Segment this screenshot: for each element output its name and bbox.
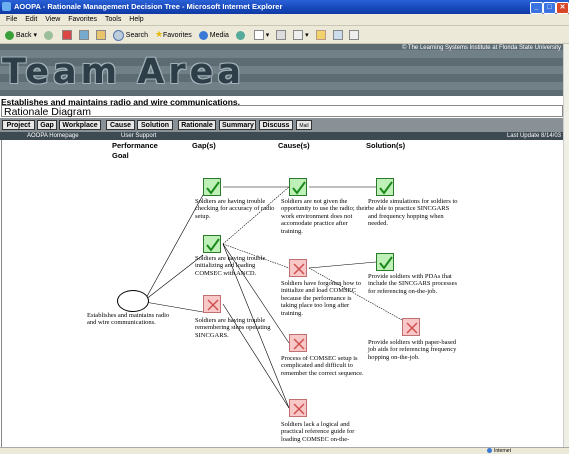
research-icon <box>349 30 360 41</box>
nav-summary-button[interactable]: Summary <box>219 120 256 130</box>
home-button[interactable] <box>95 27 106 43</box>
media-button[interactable]: Media <box>198 27 229 43</box>
ie-icon <box>2 2 11 11</box>
cause-4-x-box[interactable] <box>289 399 307 417</box>
solution-2-check-box[interactable] <box>376 253 394 271</box>
nav-cause-button[interactable]: Cause <box>106 120 135 130</box>
menu-bar: File Edit View Favorites Tools Help <box>0 14 569 26</box>
favorites-button[interactable]: ★Favorites <box>154 26 192 43</box>
cause-4-text: Soldiers lack a logical and practical re… <box>281 421 355 443</box>
solution-1-check-box[interactable] <box>376 178 394 196</box>
cause-2-x-box[interactable] <box>289 259 307 277</box>
research-button[interactable] <box>349 27 360 43</box>
team-area-title: Team Area <box>2 52 245 92</box>
nav-rationale-button[interactable]: Rationale <box>178 120 216 130</box>
back-button[interactable]: Back ▾ <box>5 27 37 43</box>
messenger-icon <box>332 30 343 41</box>
edit-button[interactable]: ▾ <box>293 27 309 43</box>
globe-icon <box>487 448 492 453</box>
last-update-text: Last Update 8/14/03 <box>506 133 561 139</box>
star-icon: ★ <box>154 29 164 39</box>
solution-3-x-box[interactable] <box>402 318 420 336</box>
menu-favorites[interactable]: Favorites <box>68 14 97 25</box>
home-icon <box>95 30 106 41</box>
back-arrow-icon <box>5 30 14 40</box>
homepage-link[interactable]: AOOPA Homepage <box>27 132 79 140</box>
title-bar: AOOPA - Rationale Management Decision Tr… <box>0 0 569 14</box>
close-button[interactable]: ✕ <box>556 2 569 14</box>
cause-1-text: Soldiers are not given the opportunity t… <box>281 198 369 235</box>
nav-bar: Project Gap Workplace Cause Solution Rat… <box>0 118 563 132</box>
gap-3-text: Soldiers are having trouble remembering … <box>195 317 271 339</box>
gap-2-check-box[interactable] <box>203 235 221 253</box>
discuss-toolbar-button[interactable] <box>315 27 326 43</box>
history-icon <box>235 30 245 40</box>
messenger-button[interactable] <box>332 27 343 43</box>
refresh-button[interactable] <box>78 27 89 43</box>
window-title: AOOPA - Rationale Management Decision Tr… <box>14 2 283 11</box>
maximize-button[interactable]: □ <box>543 2 556 14</box>
media-icon <box>198 30 208 40</box>
forward-arrow-icon <box>43 30 53 40</box>
team-area-banner: © The Learning Systems Institute at Flor… <box>0 44 563 96</box>
stop-button[interactable] <box>61 27 72 43</box>
nav-discuss-button[interactable]: Discuss <box>259 120 293 130</box>
nav-gap-button[interactable]: Gap <box>37 120 57 130</box>
search-button[interactable]: Search <box>112 27 148 43</box>
search-icon <box>112 29 124 41</box>
stop-icon <box>61 30 72 41</box>
user-support-link[interactable]: User Support <box>121 132 156 140</box>
gap-1-text: Soldiers are having trouble checking for… <box>195 198 275 220</box>
zone-text: Internet <box>494 448 511 454</box>
goal-text: Establishes and maintains radio and wire… <box>87 312 170 327</box>
rationale-diagram: Performance Goal Gap(s) Cause(s) Solutio… <box>1 140 564 448</box>
nav-project-button[interactable]: Project <box>2 120 35 130</box>
solution-1-text: Provide simulations for soldiers to be a… <box>368 198 458 228</box>
solution-3-text: Provide soldiers with paper-based job ai… <box>368 339 457 361</box>
nav-mail-button[interactable]: Mail <box>296 120 312 130</box>
menu-file[interactable]: File <box>6 14 17 25</box>
nav-solution-button[interactable]: Solution <box>137 120 173 130</box>
gap-2-text: Soldiers are having trouble initializing… <box>195 255 266 277</box>
cause-1-check-box[interactable] <box>289 178 307 196</box>
diagram-title: Rationale Diagram <box>1 105 563 118</box>
refresh-icon <box>78 30 89 41</box>
nav-workplace-button[interactable]: Workplace <box>59 120 101 130</box>
mail-button[interactable]: ▾ <box>253 27 269 43</box>
connector-line <box>144 301 204 313</box>
folder-icon <box>315 30 326 41</box>
link-bar: AOOPA Homepage User Support Last Update … <box>0 132 563 140</box>
cause-2-text: Soldiers have forgotten how to initializ… <box>281 280 362 317</box>
cause-3-x-box[interactable] <box>289 334 307 352</box>
copyright-text: © The Learning Systems Institute at Flor… <box>401 45 561 51</box>
edit-icon <box>293 30 304 41</box>
goal-node[interactable] <box>117 290 149 312</box>
menu-tools[interactable]: Tools <box>105 14 121 25</box>
browser-toolbar: Back ▾ Search ★Favorites Media ▾ ▾ <box>0 26 569 44</box>
print-icon <box>276 30 287 41</box>
print-button[interactable] <box>276 27 287 43</box>
menu-view[interactable]: View <box>45 14 60 25</box>
connector-line <box>308 261 377 269</box>
menu-help[interactable]: Help <box>129 14 143 25</box>
solution-2-text: Provide soldiers with PDAs that include … <box>368 273 458 295</box>
cause-3-text: Process of COMSEC setup is complicated a… <box>281 355 364 377</box>
gap-3-x-box[interactable] <box>203 295 221 313</box>
forward-button[interactable] <box>43 27 55 43</box>
minimize-button[interactable]: _ <box>530 2 543 14</box>
gap-1-check-box[interactable] <box>203 178 221 196</box>
mail-icon <box>253 30 264 41</box>
menu-edit[interactable]: Edit <box>25 14 37 25</box>
history-button[interactable] <box>235 27 247 43</box>
